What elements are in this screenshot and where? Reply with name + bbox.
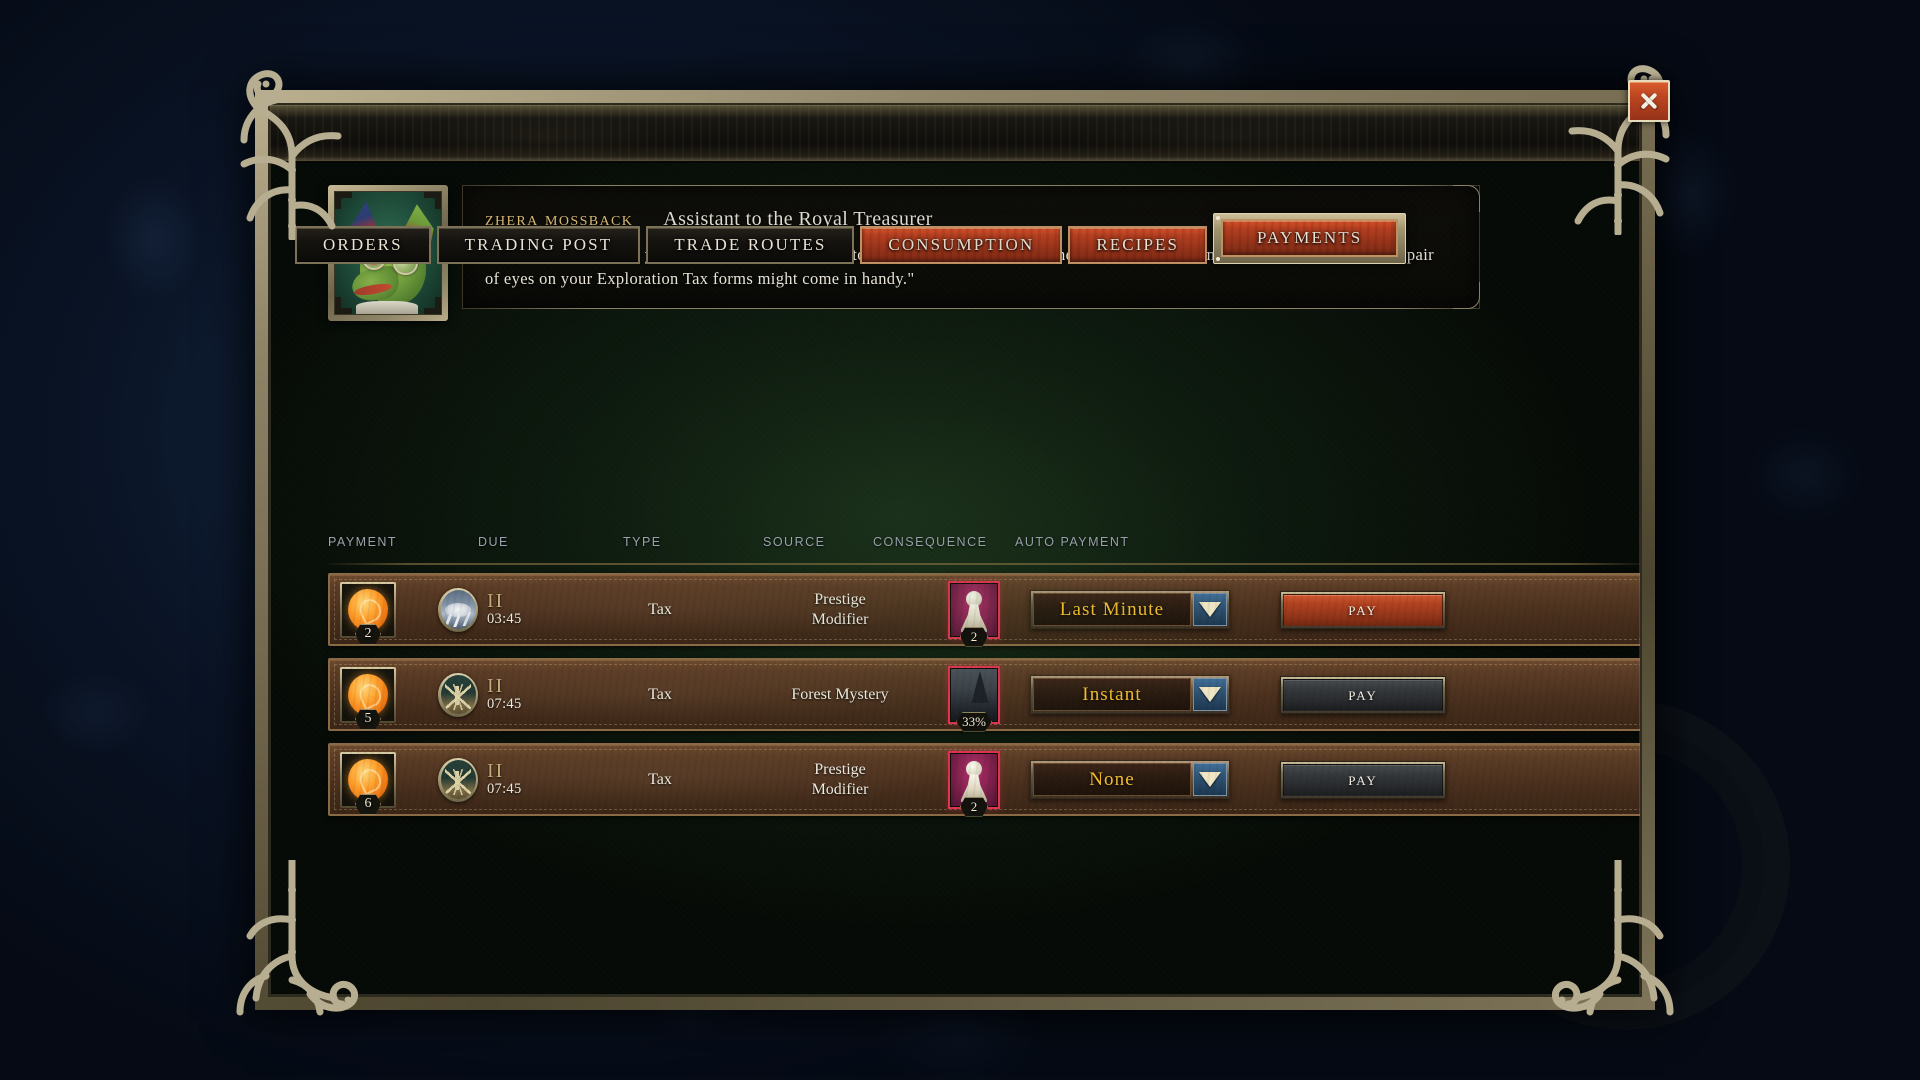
game-screen: ORDERS TRADING POST TRADE ROUTES CONSUMP…: [0, 0, 1920, 1080]
close-button[interactable]: [1628, 80, 1670, 122]
payments-window: ORDERS TRADING POST TRADE ROUTES CONSUMP…: [255, 90, 1655, 1010]
tab-trading-post[interactable]: TRADING POST: [436, 226, 641, 264]
tab-trade-routes[interactable]: TRADE ROUTES: [646, 226, 855, 264]
tab-orders[interactable]: ORDERS: [295, 226, 431, 264]
tab-consumption[interactable]: CONSUMPTION: [860, 226, 1063, 264]
tab-recipes[interactable]: RECIPES: [1068, 226, 1208, 264]
consequence-badge: 2: [960, 626, 988, 647]
tab-payments[interactable]: PAYMENTS: [1221, 219, 1399, 257]
consequence-badge: 33%: [956, 711, 992, 732]
tab-payments-selected-frame: PAYMENTS: [1213, 213, 1407, 264]
consequence-badge: 2: [960, 796, 988, 817]
tab-bar: ORDERS TRADING POST TRADE ROUTES CONSUMP…: [295, 213, 1407, 264]
close-icon: [1637, 89, 1661, 113]
